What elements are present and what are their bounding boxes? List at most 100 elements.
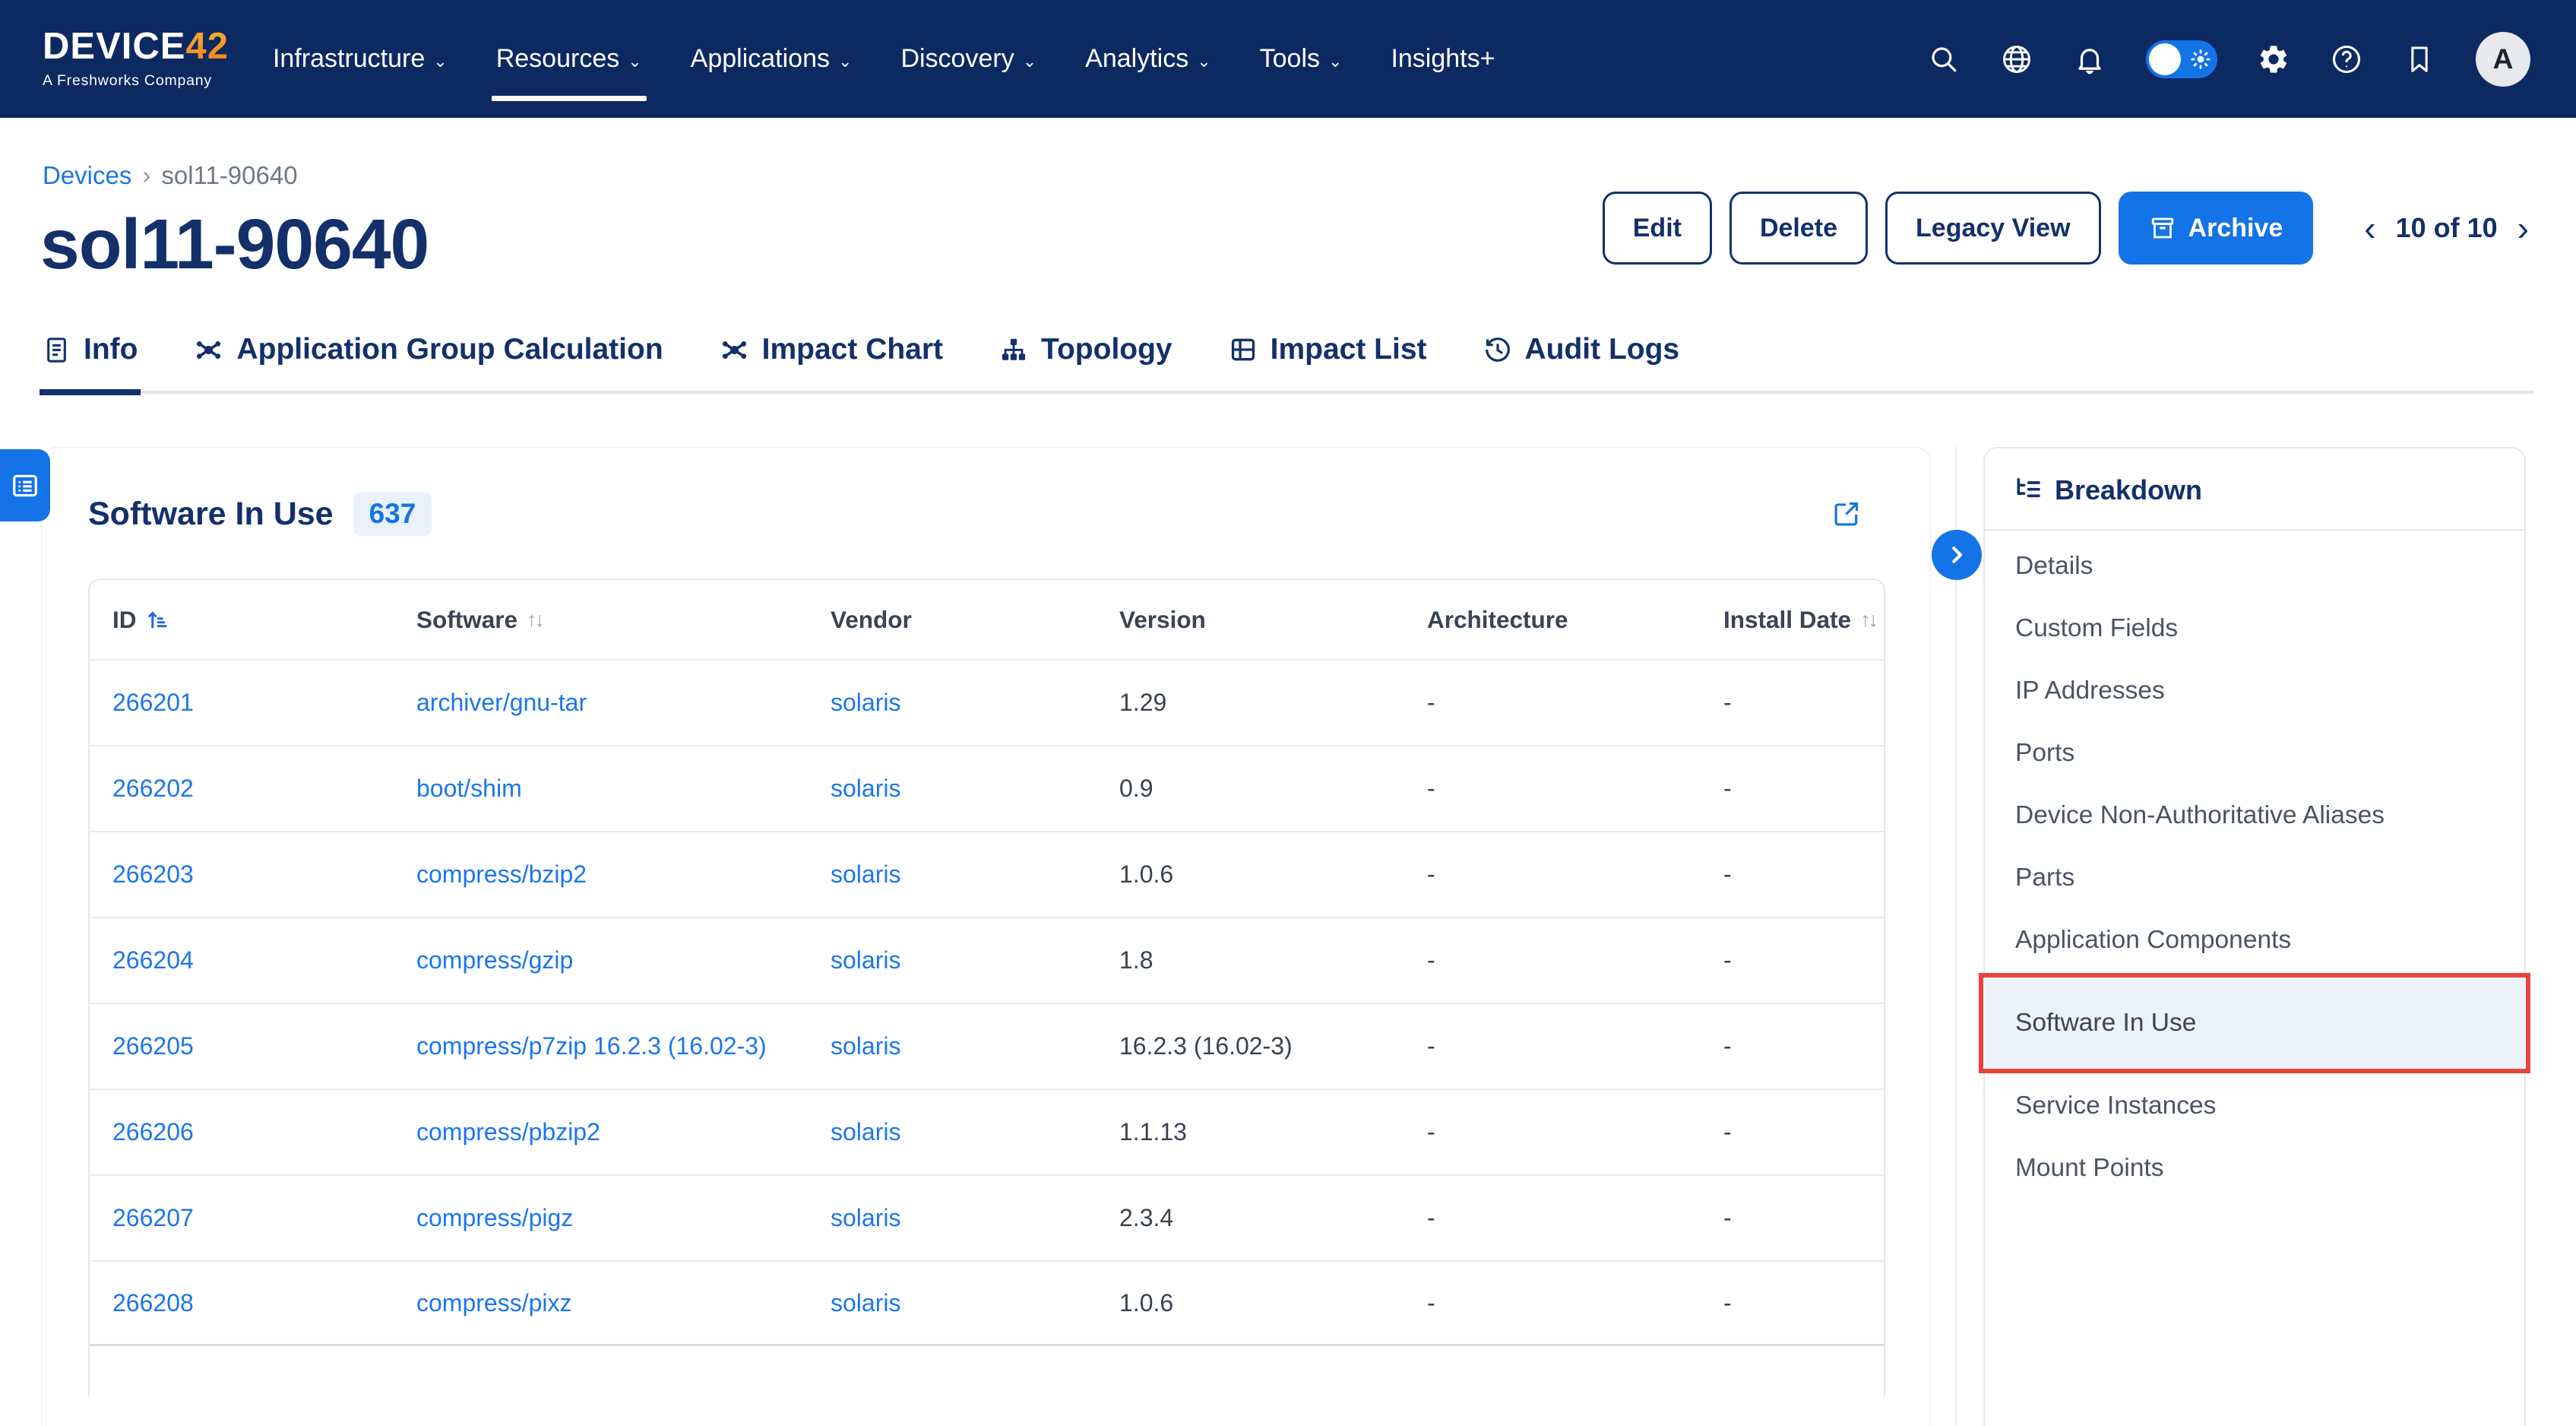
cell-software-link[interactable]: compress/pbzip2 (416, 1118, 831, 1146)
sidebar-item-application-components[interactable]: Application Components (1985, 909, 2524, 971)
breadcrumb-devices-link[interactable]: Devices (43, 161, 131, 190)
theme-toggle[interactable] (2146, 40, 2217, 78)
column-header-version[interactable]: Version (1119, 606, 1427, 634)
legacy-view-button[interactable]: Legacy View (1885, 192, 2101, 265)
sidebar-item-device-non-authoritative-aliases[interactable]: Device Non-Authoritative Aliases (1985, 784, 2524, 847)
cell-vendor-link[interactable]: solaris (831, 689, 1119, 717)
pager-next-icon[interactable]: › (2517, 211, 2529, 246)
sidebar-item-ports[interactable]: Ports (1985, 722, 2524, 784)
help-icon[interactable] (2330, 43, 2363, 76)
device42-page: DEVICE42 A Freshworks Company Infrastruc… (0, 0, 2576, 1426)
tab-application-group-calculation[interactable]: Application Group Calculation (191, 325, 666, 395)
external-link-icon[interactable] (1832, 499, 1861, 528)
cell-id-link[interactable]: 266205 (112, 1032, 416, 1060)
cell-version: 1.29 (1119, 689, 1427, 717)
cell-software-link[interactable]: compress/pixz (416, 1289, 831, 1317)
cell-id-link[interactable]: 266207 (112, 1204, 416, 1232)
menu-tools[interactable]: Tools⌄ (1260, 0, 1343, 118)
sidebar-item-details[interactable]: Details (1985, 535, 2524, 597)
cell-vendor-link[interactable]: solaris (831, 775, 1119, 803)
top-navbar: DEVICE42 A Freshworks Company Infrastruc… (0, 0, 2576, 118)
menu-applications[interactable]: Applications⌄ (691, 0, 853, 118)
column-header-software[interactable]: Software ↑↓ (416, 606, 831, 634)
table-row: 266204 compress/gzip solaris 1.8 - - (90, 917, 1884, 1003)
sidebar-item-service-instances[interactable]: Service Instances (1985, 1075, 2524, 1137)
cell-vendor-link[interactable]: solaris (831, 1032, 1119, 1060)
sort-updown-icon[interactable]: ↑↓ (527, 608, 543, 632)
cell-software-link[interactable]: compress/pigz (416, 1204, 831, 1232)
table-row: 266205 compress/p7zip 16.2.3 (16.02-3) s… (90, 1003, 1884, 1089)
pager-prev-icon[interactable]: ‹ (2364, 211, 2375, 246)
column-header-architecture[interactable]: Architecture (1427, 606, 1723, 634)
cell-software-link[interactable]: compress/p7zip 16.2.3 (16.02-3) (416, 1032, 831, 1060)
card-title: Software In Use (88, 496, 334, 533)
cell-install-date: - (1723, 860, 1884, 889)
search-icon[interactable] (1927, 43, 1960, 76)
chevron-down-icon: ⌄ (1197, 52, 1210, 71)
cell-vendor-link[interactable]: solaris (831, 860, 1119, 889)
device42-logo[interactable]: DEVICE42 A Freshworks Company (43, 28, 229, 90)
cell-vendor-link[interactable]: solaris (831, 1289, 1119, 1317)
menu-discovery[interactable]: Discovery⌄ (900, 0, 1036, 118)
sidebar-item-parts[interactable]: Parts (1985, 847, 2524, 909)
bookmark-icon[interactable] (2403, 43, 2436, 76)
edit-button[interactable]: Edit (1603, 192, 1712, 265)
cell-id-link[interactable]: 266208 (112, 1289, 416, 1317)
avatar-initial: A (2493, 43, 2514, 75)
cell-install-date: - (1723, 1118, 1884, 1146)
software-table: ID Software ↑↓ Vendor Version Architectu… (88, 578, 1885, 1396)
avatar[interactable]: A (2476, 32, 2530, 87)
column-header-id[interactable]: ID (112, 606, 416, 634)
cell-version: 16.2.3 (16.02-3) (1119, 1032, 1427, 1060)
delete-button[interactable]: Delete (1729, 192, 1868, 265)
cell-install-date: - (1723, 775, 1884, 803)
page-title: sol11-90640 (40, 204, 429, 285)
tab-topology[interactable]: Topology (996, 325, 1176, 395)
cell-id-link[interactable]: 266206 (112, 1118, 416, 1146)
tab-audit-logs[interactable]: Audit Logs (1480, 325, 1683, 395)
cell-software-link[interactable]: compress/bzip2 (416, 860, 831, 889)
table-row: 266208 compress/pixz solaris 1.0.6 - - (90, 1260, 1884, 1346)
cell-id-link[interactable]: 266202 (112, 775, 416, 803)
cell-id-link[interactable]: 266203 (112, 860, 416, 889)
sort-updown-icon[interactable]: ↑↓ (1860, 608, 1876, 632)
breakdown-header: Breakdown (1985, 448, 2524, 531)
cell-software-link[interactable]: archiver/gnu-tar (416, 689, 831, 717)
document-icon (43, 336, 71, 364)
tab-info[interactable]: Info (40, 325, 141, 395)
sidebar-item-ip-addresses[interactable]: IP Addresses (1985, 660, 2524, 722)
menu-infrastructure[interactable]: Infrastructure⌄ (273, 0, 448, 118)
collapse-panel-button[interactable] (1932, 530, 1982, 580)
chevron-down-icon: ⌄ (1023, 52, 1036, 71)
cell-vendor-link[interactable]: solaris (831, 946, 1119, 974)
cell-vendor-link[interactable]: solaris (831, 1204, 1119, 1232)
cell-id-link[interactable]: 266204 (112, 946, 416, 974)
cell-vendor-link[interactable]: solaris (831, 1118, 1119, 1146)
cell-architecture: - (1427, 860, 1723, 889)
table-row: 266203 compress/bzip2 solaris 1.0.6 - - (90, 831, 1884, 917)
globe-icon[interactable] (2000, 43, 2033, 76)
sidebar-item-mount-points[interactable]: Mount Points (1985, 1137, 2524, 1199)
side-panel-flag-button[interactable] (0, 449, 50, 521)
cell-software-link[interactable]: compress/gzip (416, 946, 831, 974)
archive-icon (2149, 214, 2176, 242)
sidebar-item-software-in-use[interactable]: Software In Use (1979, 973, 2530, 1073)
menu-resources[interactable]: Resources⌄ (496, 0, 642, 118)
archive-button[interactable]: Archive (2119, 192, 2314, 265)
sort-ascending-icon[interactable] (146, 608, 169, 631)
list-tree-icon (2012, 475, 2043, 505)
tab-impact-chart[interactable]: Impact Chart (717, 325, 946, 395)
tab-impact-list[interactable]: Impact List (1226, 325, 1430, 395)
sidebar-item-custom-fields[interactable]: Custom Fields (1985, 597, 2524, 660)
menu-analytics[interactable]: Analytics⌄ (1085, 0, 1211, 118)
column-header-install-date[interactable]: Install Date ↑↓ (1723, 606, 1884, 634)
cell-version: 1.8 (1119, 946, 1427, 974)
settings-icon[interactable] (2257, 43, 2290, 76)
cell-id-link[interactable]: 266201 (112, 689, 416, 717)
sun-icon (2191, 49, 2210, 73)
cell-install-date: - (1723, 946, 1884, 974)
menu-insights[interactable]: Insights+ (1391, 0, 1495, 118)
notifications-icon[interactable] (2073, 43, 2106, 76)
column-header-vendor[interactable]: Vendor (831, 606, 1119, 634)
cell-software-link[interactable]: boot/shim (416, 775, 831, 803)
